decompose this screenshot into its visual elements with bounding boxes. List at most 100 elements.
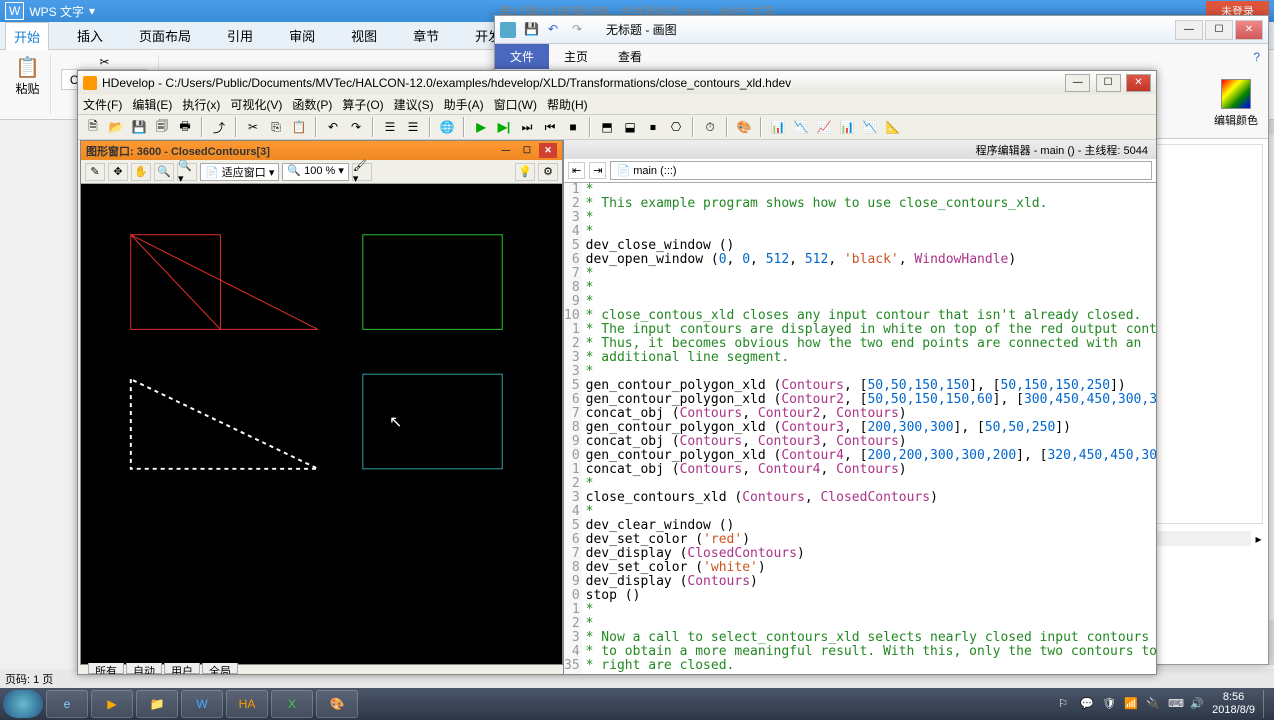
paste-icon[interactable]: 📋 [15, 55, 40, 80]
btab-auto[interactable]: 自动 [126, 663, 162, 674]
timer-icon[interactable]: ⏱ [700, 117, 720, 137]
edit-colors-icon[interactable] [1221, 79, 1251, 109]
chart5-icon[interactable]: 📉 [860, 117, 880, 137]
menu-window[interactable]: 窗口(W) [494, 96, 537, 113]
menu-visualize[interactable]: 可视化(V) [230, 96, 282, 113]
tray-network-icon[interactable]: 📶 [1124, 697, 1138, 711]
globe-icon[interactable]: 🌐 [437, 117, 457, 137]
btab-user[interactable]: 用户 [164, 663, 200, 674]
palette-icon[interactable]: 🎨 [734, 117, 754, 137]
tab-insert[interactable]: 插入 [69, 22, 111, 49]
fit-window-combo[interactable]: 📄 适应窗口 ▾ [200, 163, 279, 181]
zoom-dropdown-icon[interactable]: 🔍▾ [177, 163, 197, 181]
tab-review[interactable]: 审阅 [281, 22, 323, 49]
toggle2-icon[interactable]: ⬓ [620, 117, 640, 137]
menu-suggest[interactable]: 建议(S) [394, 96, 434, 113]
taskbar-paint-icon[interactable]: 🎨 [316, 690, 358, 718]
saveas-icon[interactable]: 🗐 [152, 117, 172, 137]
copy-icon[interactable]: ⎘ [266, 117, 286, 137]
paste-icon[interactable]: 📋 [289, 117, 309, 137]
list2-icon[interactable]: ☰ [403, 117, 423, 137]
taskbar-explorer-icon[interactable]: 📁 [136, 690, 178, 718]
menu-assistant[interactable]: 助手(A) [444, 96, 484, 113]
step-icon[interactable]: ▶| [494, 117, 514, 137]
step-into-icon[interactable]: ⏭ [517, 117, 537, 137]
paint-maximize-button[interactable]: ☐ [1205, 20, 1233, 40]
btab-all[interactable]: 所有 [88, 663, 124, 674]
menu-file[interactable]: 文件(F) [83, 96, 122, 113]
print-icon[interactable]: 🖶 [175, 117, 195, 137]
taskbar-media-icon[interactable]: ▶ [91, 690, 133, 718]
tray-shield-icon[interactable]: 🛡 [1102, 697, 1116, 711]
hdev-minimize-button[interactable]: — [1065, 74, 1090, 92]
gfx-canvas[interactable]: ↖ [81, 184, 562, 664]
menu-help[interactable]: 帮助(H) [547, 96, 588, 113]
gfx-maximize-button[interactable]: ☐ [518, 143, 536, 158]
hdev-close-button[interactable]: ✕ [1126, 74, 1151, 92]
paint-help-icon[interactable]: ? [1253, 50, 1260, 64]
zoom-icon[interactable]: 🔍 [154, 163, 174, 181]
list1-icon[interactable]: ☰ [380, 117, 400, 137]
tray-flag-icon[interactable]: ⚐ [1058, 697, 1072, 711]
tab-layout[interactable]: 页面布局 [131, 22, 199, 49]
zoom-combo[interactable]: 🔍 100 % ▾ [282, 163, 349, 181]
tab-ref[interactable]: 引用 [219, 22, 261, 49]
code-lines[interactable]: * * This example program shows how to us… [582, 183, 1156, 674]
tab-start[interactable]: 开始 [5, 22, 49, 50]
menu-operator[interactable]: 算子(O) [342, 96, 383, 113]
save-icon[interactable]: 💾 [524, 22, 540, 38]
paint-close-button[interactable]: ✕ [1235, 20, 1263, 40]
new-icon[interactable]: 🗎 [83, 117, 103, 137]
gfx-close-button[interactable]: ✕ [539, 143, 557, 158]
menu-execute[interactable]: 执行(x) [182, 96, 220, 113]
tray-usb-icon[interactable]: 🔌 [1146, 697, 1160, 711]
nav-right-icon[interactable]: ⇥ [589, 162, 606, 179]
undo-icon[interactable]: ↶ [548, 22, 564, 38]
tray-keyboard-icon[interactable]: ⌨ [1168, 697, 1182, 711]
bulb-icon[interactable]: 💡 [515, 163, 535, 181]
cut-icon[interactable]: ✂ [243, 117, 263, 137]
function-combo[interactable]: 📄 main (:::) [610, 161, 1152, 180]
toggle1-icon[interactable]: ⬒ [597, 117, 617, 137]
dropdown-icon[interactable]: ▾ [89, 4, 95, 18]
step-over-icon[interactable]: ⏮ [540, 117, 560, 137]
open-icon[interactable]: 📂 [106, 117, 126, 137]
pencil-icon[interactable]: ✎ [85, 163, 105, 181]
toggle3-icon[interactable]: ⏹ [643, 117, 663, 137]
paint-file-tab[interactable]: 文件 [495, 44, 549, 69]
chart4-icon[interactable]: 📊 [837, 117, 857, 137]
taskbar-hdevelop-icon[interactable]: HA [226, 690, 268, 718]
meas-icon[interactable]: 📐 [883, 117, 903, 137]
menu-function[interactable]: 函数(P) [292, 96, 332, 113]
btab-global[interactable]: 全局 [202, 663, 238, 674]
paint-brush-icon[interactable]: 🖌▾ [352, 163, 372, 181]
run-icon[interactable]: ▶ [471, 117, 491, 137]
nav-left-icon[interactable]: ⇤ [568, 162, 585, 179]
taskbar-ie-icon[interactable]: e [46, 690, 88, 718]
taskbar-wps-icon[interactable]: W [181, 690, 223, 718]
chart3-icon[interactable]: 📈 [814, 117, 834, 137]
taskbar-clock[interactable]: 8:56 2018/8/9 [1212, 691, 1255, 717]
redo-icon[interactable]: ↷ [572, 22, 588, 38]
paint-minimize-button[interactable]: — [1175, 20, 1203, 40]
tray-volume-icon[interactable]: 🔊 [1190, 697, 1204, 711]
show-desktop-button[interactable] [1263, 690, 1271, 718]
tray-chat-icon[interactable]: 💬 [1080, 697, 1094, 711]
tab-view[interactable]: 视图 [343, 22, 385, 49]
hand-icon[interactable]: ✋ [131, 163, 151, 181]
pointer-move-icon[interactable]: ✥ [108, 163, 128, 181]
gfx-minimize-button[interactable]: — [497, 143, 515, 158]
paint-home-tab[interactable]: 主页 [549, 44, 603, 69]
chart2-icon[interactable]: 📉 [791, 117, 811, 137]
undo-icon[interactable]: ↶ [323, 117, 343, 137]
stop-icon[interactable]: ■ [563, 117, 583, 137]
gear-icon[interactable]: ⚙ [538, 163, 558, 181]
hdev-maximize-button[interactable]: ☐ [1096, 74, 1121, 92]
save-icon[interactable]: 💾 [129, 117, 149, 137]
tab-chapter[interactable]: 章节 [405, 22, 447, 49]
start-button[interactable] [3, 690, 43, 718]
export-icon[interactable]: ⤴ [209, 117, 229, 137]
chart1-icon[interactable]: 📊 [768, 117, 788, 137]
menu-edit[interactable]: 编辑(E) [132, 96, 172, 113]
scroll-right-icon[interactable]: ▸ [1251, 532, 1266, 546]
